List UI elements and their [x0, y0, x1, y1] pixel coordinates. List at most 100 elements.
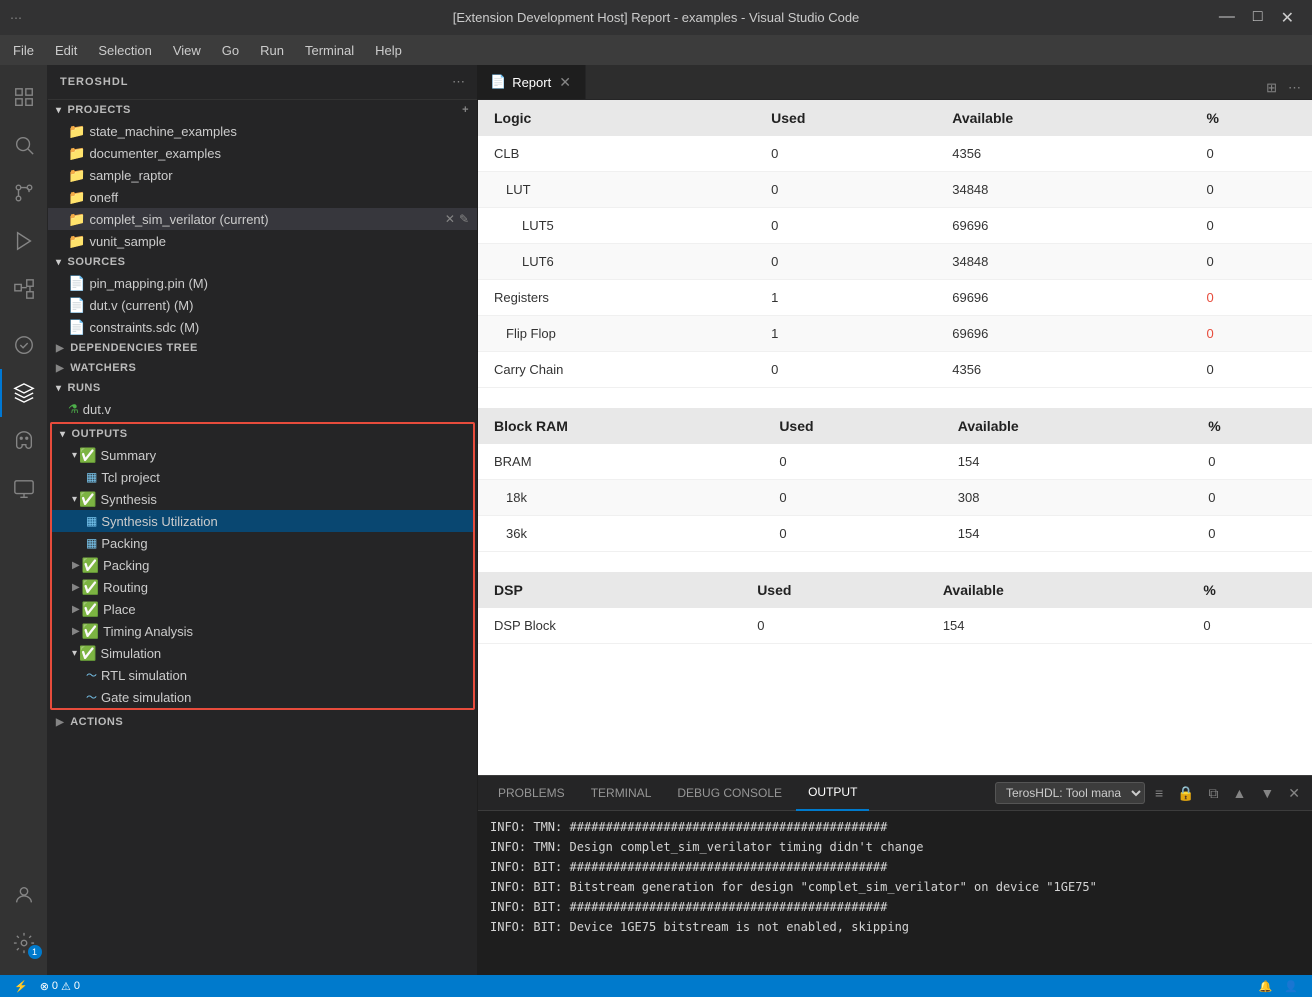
logic-col-header: Logic [478, 100, 755, 136]
summary-chevron: ▾ [72, 450, 77, 461]
tab-output[interactable]: OUTPUT [796, 776, 869, 811]
add-project-button[interactable]: + [462, 104, 469, 116]
clear-output-button[interactable]: ≡ [1151, 783, 1167, 803]
more-actions-button[interactable]: ⋯ [1285, 77, 1304, 99]
activity-bar: 1 [0, 65, 48, 975]
activity-teroshdl-active[interactable] [0, 369, 48, 417]
output-routing-label: Routing [103, 580, 148, 595]
warning-icon: ⚠ [61, 980, 71, 993]
minimize-button[interactable]: — [1211, 6, 1243, 30]
output-summary[interactable]: ▾ ✅ Summary [52, 444, 473, 466]
dsp-table: DSP Used Available % DSP Block 0 154 0 [478, 572, 1312, 644]
project-state-machine[interactable]: 📁 state_machine_examples [48, 120, 477, 142]
source-dut[interactable]: 📄 dut.v (current) (M) [48, 294, 477, 316]
table-row: LUT 0 34848 0 [478, 172, 1312, 208]
activity-explorer[interactable] [0, 73, 48, 121]
projects-section-header[interactable]: ▾ PROJECTS + [48, 100, 477, 120]
menu-run[interactable]: Run [252, 39, 292, 62]
activity-source-control[interactable] [0, 169, 48, 217]
runs-section-header[interactable]: ▾ RUNS [48, 378, 477, 398]
activity-debug[interactable] [0, 217, 48, 265]
maximize-button[interactable]: □ [1245, 6, 1271, 30]
output-synthesis[interactable]: ▾ ✅ Synthesis [52, 488, 473, 510]
menu-view[interactable]: View [165, 39, 209, 62]
output-synthesis-statistics[interactable]: ▦ Packing [52, 532, 473, 554]
lock-output-button[interactable]: 🔒 [1173, 783, 1198, 804]
menu-edit[interactable]: Edit [47, 39, 85, 62]
tab-terminal[interactable]: TERMINAL [579, 776, 664, 811]
output-packing[interactable]: ▶ ✅ Packing [52, 554, 473, 576]
project-oneff[interactable]: 📁 oneff [48, 186, 477, 208]
tab-problems[interactable]: PROBLEMS [486, 776, 577, 811]
output-tcl-project[interactable]: ▦ Tcl project [52, 466, 473, 488]
table-icon: ▦ [86, 514, 97, 528]
output-summary-label: Summary [100, 448, 156, 463]
outputs-section-header[interactable]: ▾ OUTPUTS [52, 424, 473, 444]
error-icon: ⊗ [40, 980, 49, 993]
section-gap [478, 388, 1312, 408]
wave-icon: 〜 [86, 689, 97, 705]
cell-used: 0 [755, 352, 936, 388]
scroll-down-button[interactable]: ▼ [1256, 783, 1278, 803]
output-synthesis-utilization[interactable]: ▦ Synthesis Utilization [52, 510, 473, 532]
scroll-up-button[interactable]: ▲ [1229, 783, 1251, 803]
output-timing[interactable]: ▶ ✅ Timing Analysis [52, 620, 473, 642]
output-rtl-sim[interactable]: 〜 RTL simulation [52, 664, 473, 686]
status-errors[interactable]: ⊗ 0 ⚠ 0 [34, 980, 86, 993]
tab-close-button[interactable]: ✕ [557, 72, 573, 93]
menu-selection[interactable]: Selection [90, 39, 159, 62]
output-routing[interactable]: ▶ ✅ Routing [52, 576, 473, 598]
window-menu-icon[interactable]: ⋯ [10, 11, 22, 25]
actions-section-header[interactable]: ▶ ACTIONS [48, 712, 477, 732]
source-pin-mapping[interactable]: 📄 pin_mapping.pin (M) [48, 272, 477, 294]
copy-output-button[interactable]: ⧉ [1205, 783, 1223, 804]
activity-extensions[interactable] [0, 265, 48, 313]
activity-cat[interactable] [0, 417, 48, 465]
sidebar-more-icon[interactable]: ⋯ [452, 74, 465, 90]
cell-percent: 0 [1190, 136, 1312, 172]
outputs-chevron: ▾ [60, 429, 66, 440]
report-tab[interactable]: 📄 Report ✕ [478, 65, 586, 99]
run-name: dut.v [83, 402, 111, 417]
run-dut[interactable]: ⚗ dut.v [48, 398, 477, 420]
output-place[interactable]: ▶ ✅ Place [52, 598, 473, 620]
menu-terminal[interactable]: Terminal [297, 39, 362, 62]
runs-label: RUNS [68, 382, 101, 394]
project-documenter[interactable]: 📁 documenter_examples [48, 142, 477, 164]
activity-remote[interactable] [0, 465, 48, 513]
menu-help[interactable]: Help [367, 39, 410, 62]
status-notifications[interactable]: 🔔 [1253, 980, 1279, 993]
close-panel-button[interactable]: ✕ [1284, 783, 1304, 804]
output-source-select[interactable]: TerosHDL: Tool mana [995, 782, 1145, 804]
menu-go[interactable]: Go [214, 39, 247, 62]
activity-teroshdl[interactable] [0, 321, 48, 369]
projects-label: PROJECTS [68, 104, 131, 116]
activity-settings[interactable]: 1 [0, 919, 48, 967]
watchers-section-header[interactable]: ▶ WATCHERS [48, 358, 477, 378]
project-complet-sim[interactable]: 📁 complet_sim_verilator (current) ✕ ✎ [48, 208, 477, 230]
status-account[interactable]: 👤 [1278, 980, 1304, 993]
menu-file[interactable]: File [5, 39, 42, 62]
sidebar: TEROSHDL ⋯ ▾ PROJECTS + 📁 state_machine_… [48, 65, 478, 975]
check-icon: ✅ [79, 645, 96, 662]
output-gate-sim[interactable]: 〜 Gate simulation [52, 686, 473, 708]
cell-used: 0 [763, 444, 941, 480]
close-button[interactable]: ✕ [1273, 6, 1302, 30]
edit-icon[interactable]: ✎ [459, 212, 469, 226]
actions-label: ACTIONS [70, 716, 123, 728]
deps-section-header[interactable]: ▶ DEPENDENCIES TREE [48, 338, 477, 358]
split-editor-button[interactable]: ⊞ [1263, 77, 1280, 99]
status-remote[interactable]: ⚡ [8, 980, 34, 993]
output-simulation[interactable]: ▾ ✅ Simulation [52, 642, 473, 664]
project-sample-raptor[interactable]: 📁 sample_raptor [48, 164, 477, 186]
source-constraints[interactable]: 📄 constraints.sdc (M) [48, 316, 477, 338]
sources-section-header[interactable]: ▾ SOURCES [48, 252, 477, 272]
activity-account[interactable] [0, 871, 48, 919]
error-count: 0 [52, 980, 58, 992]
table-row: BRAM 0 154 0 [478, 444, 1312, 480]
close-icon[interactable]: ✕ [445, 212, 455, 226]
tab-debug-console[interactable]: DEBUG CONSOLE [665, 776, 794, 811]
cell-used: 0 [755, 136, 936, 172]
activity-search[interactable] [0, 121, 48, 169]
project-vunit[interactable]: 📁 vunit_sample [48, 230, 477, 252]
